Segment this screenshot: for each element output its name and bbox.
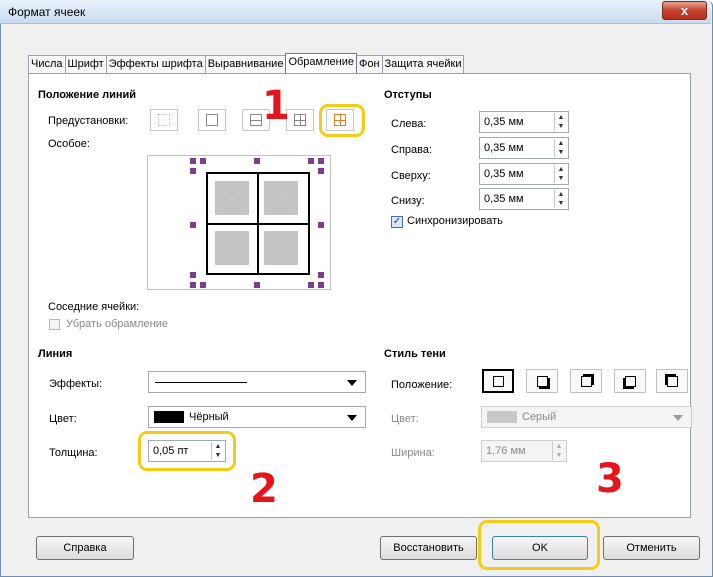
tab-cell-protection[interactable]: Защита ячейки [381, 55, 465, 73]
line-width-highlight-frame [138, 431, 236, 471]
shadow-top-right-icon [581, 376, 592, 387]
padding-left-label: Слева: [391, 118, 427, 130]
chevron-down-icon [347, 415, 357, 421]
padding-top-field[interactable]: 0,35 мм ▲ ▼ [479, 163, 569, 185]
tab-font[interactable]: Шрифт [64, 55, 107, 73]
line-color-label: Цвет: [49, 413, 77, 425]
line-color-value: Чёрный [189, 411, 229, 423]
no-borders-icon [158, 114, 170, 126]
border-preview[interactable] [147, 155, 331, 290]
tab-bar: Числа Шрифт Эффекты шрифта Выравнивание … [28, 53, 465, 73]
close-button[interactable]: x [662, 1, 707, 20]
shadow-none-button[interactable] [482, 369, 514, 393]
shadow-top-left-icon [667, 376, 678, 387]
custom-label: Особое: [48, 138, 90, 150]
line-width-label: Толщина: [49, 447, 98, 459]
reset-button[interactable]: Восстановить [380, 536, 477, 560]
outer-and-horizontal-icon [250, 114, 262, 126]
shadow-none-icon [493, 376, 504, 387]
tab-alignment[interactable]: Выравнивание [204, 55, 287, 73]
shadow-bottom-right-icon [537, 376, 548, 387]
shadow-color-swatch [487, 411, 517, 423]
padding-bottom-label: Снизу: [391, 195, 425, 207]
ok-highlight-frame [478, 520, 600, 570]
dialog-title: Формат ячеек [8, 5, 86, 19]
outer-and-inner-icon [294, 114, 306, 126]
tab-numbers[interactable]: Числа [28, 55, 66, 73]
preview-cells-icon [215, 181, 298, 265]
shadow-heading: Стиль тени [384, 348, 446, 360]
chevron-down-icon [673, 415, 683, 421]
shadow-color-label: Цвет: [391, 413, 419, 425]
color-swatch [154, 411, 184, 423]
tab-font-effects[interactable]: Эффекты шрифта [105, 55, 206, 73]
sync-label: Синхронизировать [407, 215, 503, 227]
adjacent-cells-label: Соседние ячейки: [48, 301, 140, 313]
sync-checkbox[interactable]: ✓ [391, 216, 403, 228]
remove-borders-checkbox[interactable] [49, 319, 60, 330]
tab-background[interactable]: Фон [355, 55, 383, 73]
padding-heading: Отступы [384, 89, 432, 101]
preview-cell-grid [206, 172, 310, 275]
borders-panel [28, 73, 691, 518]
preset-highlight-frame [319, 104, 365, 137]
outer-border-icon [206, 114, 218, 126]
padding-top-label: Сверху: [391, 170, 431, 182]
shadow-width-field[interactable]: 1,76 мм ▲ ▼ [481, 440, 567, 462]
shadow-bottom-left-button[interactable] [614, 369, 646, 393]
shadow-position-label: Положение: [391, 379, 453, 391]
line-position-heading: Положение линий [38, 89, 137, 101]
shadow-bottom-left-icon [625, 376, 636, 387]
title-bar [0, 0, 711, 24]
padding-right-field[interactable]: 0,35 мм ▲ ▼ [479, 137, 569, 159]
padding-bottom-field[interactable]: 0,35 мм ▲ ▼ [479, 188, 569, 210]
line-effects-label: Эффекты: [49, 378, 103, 390]
shadow-top-right-button[interactable] [570, 369, 602, 393]
annotation-step-2: 2 [250, 466, 278, 512]
help-button[interactable]: Справка [36, 536, 134, 560]
annotation-step-1: 1 [262, 83, 290, 129]
chevron-down-icon [347, 380, 357, 386]
padding-right-label: Справа: [391, 144, 433, 156]
shadow-width-label: Ширина: [391, 447, 435, 459]
line-effects-dropdown[interactable] [148, 371, 366, 393]
preset-no-borders-button[interactable] [150, 109, 178, 131]
presets-label: Предустановки: [48, 115, 129, 127]
shadow-top-left-button[interactable] [656, 369, 688, 393]
remove-borders-label: Убрать обрамление [66, 318, 168, 330]
line-style-preview [155, 382, 247, 383]
padding-left-field[interactable]: 0,35 мм ▲ ▼ [479, 111, 569, 133]
annotation-step-3: 3 [596, 456, 624, 502]
shadow-color-value: Серый [522, 411, 557, 423]
line-color-dropdown[interactable]: Чёрный [148, 406, 366, 428]
shadow-color-dropdown[interactable]: Серый [481, 406, 692, 428]
cancel-button[interactable]: Отменить [603, 536, 700, 560]
line-heading: Линия [38, 348, 73, 360]
tab-borders[interactable]: Обрамление [285, 53, 357, 73]
preset-outer-border-button[interactable] [198, 109, 226, 131]
shadow-bottom-right-button[interactable] [526, 369, 558, 393]
preset-outer-inner-button[interactable] [286, 109, 314, 131]
